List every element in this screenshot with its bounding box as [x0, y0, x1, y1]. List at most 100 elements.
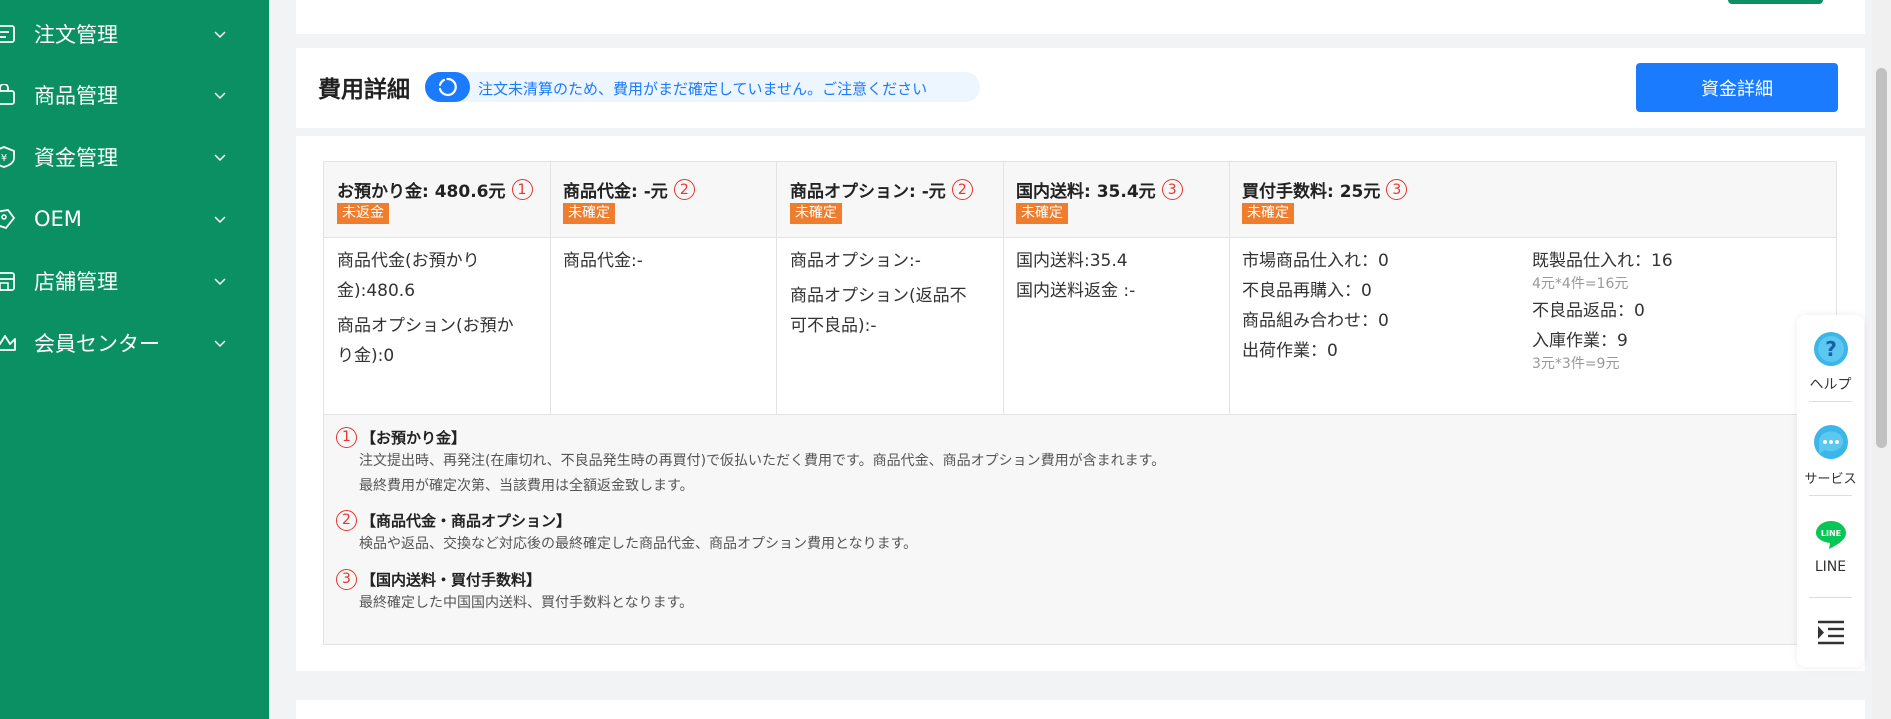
- product-option-details: 商品オプション:- 商品オプション(返品不 可不良品):-: [790, 246, 967, 341]
- col-title-deposit: お預かり金: 480.6元 1: [337, 177, 533, 202]
- column-divider: [1229, 162, 1230, 414]
- crown-icon: [0, 335, 16, 351]
- note-product: 2 【商品代金・商品オプション】 検品や返品、交換など対応後の最終確定した商品代…: [336, 508, 917, 557]
- top-button-edge[interactable]: [1728, 0, 1823, 4]
- note-heading: 3 【国内送料・買付手数料】: [336, 567, 693, 591]
- vertical-scrollbar[interactable]: [1872, 0, 1891, 719]
- marker-number: 3: [336, 568, 357, 590]
- chevron-down-icon: [214, 216, 226, 224]
- divider: [1809, 597, 1852, 598]
- sidebar-item-funds[interactable]: ¥ 資金管理: [0, 132, 269, 182]
- note-deposit: 1 【お預かり金】 注文提出時、再発注(在庫切れ、不良品発生時の再買付)で仮払い…: [336, 425, 1165, 499]
- sidebar-item-label: 会員センター: [34, 332, 160, 356]
- domestic-shipping-details: 国内送料:35.4 国内送料返金 :-: [1016, 246, 1135, 306]
- notice-pill: [425, 72, 470, 102]
- sidebar-item-orders[interactable]: 注文管理: [0, 9, 269, 59]
- cell-line: 商品オプション:-: [790, 251, 921, 271]
- menu-indent-icon: [1817, 620, 1844, 645]
- note-line: 最終確定した中国国内送料、買付手数料となります。: [359, 595, 694, 611]
- badge-icon: [0, 209, 16, 230]
- purchase-fee-details-left: 市場商品仕入れ：0 不良品再購入：0 商品組み合わせ：0 出荷作業：0: [1242, 246, 1389, 366]
- note-title: 【お預かり金】: [361, 428, 467, 447]
- chevron-down-icon: [214, 31, 226, 39]
- column-divider: [776, 162, 777, 414]
- line-button[interactable]: LINE LINE: [1797, 517, 1864, 575]
- status-badge: 未返金: [337, 203, 389, 224]
- line-label: LINE: [1814, 559, 1847, 575]
- fee-table: お預かり金: 480.6元 1 未返金 商品代金(お預かり 金):480.6 商…: [323, 161, 1837, 415]
- cell-line: り金):0: [337, 346, 395, 366]
- marker-number: 1: [511, 179, 533, 200]
- deposit-details: 商品代金(お預かり 金):480.6 商品オプション(お預か り金):0: [337, 246, 514, 371]
- col-title-purchase-fee: 買付手数料: 25元 3: [1242, 177, 1408, 202]
- product-price-details: 商品代金:-: [563, 246, 643, 276]
- cell-line: 商品オプション(返品不: [790, 286, 967, 306]
- fee-header-panel: 費用詳細 注文未清算のため、費用がまだ確定していません。ご注意ください 資金詳細: [296, 48, 1865, 128]
- col-title-text: 商品代金: -元: [563, 182, 668, 202]
- column-divider: [550, 162, 551, 414]
- divider: [1809, 401, 1852, 402]
- service-button[interactable]: サービス: [1797, 422, 1864, 487]
- col-title-product-price: 商品代金: -元 2: [563, 177, 695, 202]
- sidebar-item-member-center[interactable]: 会員センター: [0, 318, 269, 368]
- sidebar-item-label: 店舗管理: [34, 270, 118, 294]
- marker-number: 1: [336, 426, 357, 448]
- cell-subline: 4元*4件=16元: [1532, 276, 1629, 292]
- fee-details-panel: お預かり金: 480.6元 1 未返金 商品代金(お預かり 金):480.6 商…: [296, 136, 1865, 671]
- note-heading: 1 【お預かり金】: [336, 425, 1165, 449]
- note-shipping-fee: 3 【国内送料・買付手数料】 最終確定した中国国内送料、買付手数料となります。: [336, 567, 693, 616]
- status-badge: 未確定: [1016, 203, 1068, 224]
- sidebar-item-label: 資金管理: [34, 146, 118, 170]
- top-panel: [296, 0, 1865, 34]
- sidebar-item-label: 注文管理: [34, 23, 118, 47]
- loading-icon: [438, 77, 457, 97]
- col-title-text: 商品オプション: -元: [790, 182, 946, 202]
- col-title-text: 買付手数料: 25元: [1242, 182, 1381, 202]
- scrollbar-thumb[interactable]: [1876, 68, 1887, 448]
- yen-shield-icon: ¥: [0, 146, 15, 168]
- cell-line: 不良品返品：0: [1532, 301, 1645, 321]
- marker-number: 2: [336, 509, 357, 531]
- purchase-fee-details-right: 既製品仕入れ：16 4元*4件=16元 不良品返品：0 入庫作業：9 3元*3件…: [1532, 246, 1673, 371]
- marker-number: 3: [1386, 179, 1408, 200]
- cell-line: 商品オプション(お預か: [337, 316, 514, 336]
- col-title-product-option: 商品オプション: -元 2: [790, 177, 973, 202]
- collapse-menu-button[interactable]: [1797, 615, 1864, 653]
- note-heading: 2 【商品代金・商品オプション】: [336, 508, 917, 532]
- marker-number: 2: [673, 179, 695, 200]
- sidebar-item-products[interactable]: 商品管理: [0, 70, 269, 120]
- floating-toolbar: ? ヘルプ サービス LINE LINE: [1797, 315, 1864, 667]
- help-button[interactable]: ? ヘルプ: [1797, 330, 1864, 394]
- sidebar-item-label: OEM: [34, 207, 82, 231]
- note-title: 【商品代金・商品オプション】: [361, 511, 572, 530]
- cell-line: 入庫作業：9: [1532, 331, 1628, 351]
- cell-subline: 3元*3件=9元: [1532, 356, 1620, 372]
- note-title: 【国内送料・買付手数料】: [361, 570, 542, 589]
- chevron-down-icon: [214, 92, 226, 100]
- marker-number: 2: [951, 179, 973, 200]
- svg-text:?: ?: [1825, 337, 1837, 361]
- sidebar: 注文管理 商品管理 ¥ 資金管理 OEM 店舗管理 会員センター: [0, 0, 269, 719]
- cell-line: 国内送料:35.4: [1016, 251, 1128, 271]
- notice-text: 注文未清算のため、費用がまだ確定していません。ご注意ください: [478, 80, 928, 98]
- marker-number: 3: [1161, 179, 1183, 200]
- chevron-down-icon: [214, 278, 226, 286]
- cell-line: 商品代金:-: [563, 251, 643, 271]
- service-label: サービス: [1804, 472, 1857, 487]
- cell-line: 商品代金(お預かり: [337, 251, 480, 271]
- status-badge: 未確定: [1242, 203, 1294, 224]
- note-line: 注文提出時、再発注(在庫切れ、不良品発生時の再買付)で仮払いただく費用です。商品…: [359, 453, 1166, 469]
- fund-details-button[interactable]: 資金詳細: [1636, 63, 1838, 112]
- shopping-bag-icon: [0, 84, 15, 105]
- col-title-text: お預かり金: 480.6元: [337, 182, 506, 202]
- cell-line: 商品組み合わせ：0: [1242, 311, 1389, 331]
- svg-text:LINE: LINE: [1820, 529, 1840, 538]
- note-line: 最終費用が確定次第、当該費用は全額返金致します。: [359, 478, 694, 494]
- page-title: 費用詳細: [318, 77, 410, 103]
- sidebar-item-stores[interactable]: 店舗管理: [0, 256, 269, 306]
- cell-line: 市場商品仕入れ：0: [1242, 251, 1389, 271]
- sidebar-item-oem[interactable]: OEM: [0, 194, 269, 244]
- chevron-down-icon: [214, 154, 226, 162]
- cell-line: 金):480.6: [337, 281, 416, 301]
- cell-line: 可不良品):-: [790, 316, 877, 336]
